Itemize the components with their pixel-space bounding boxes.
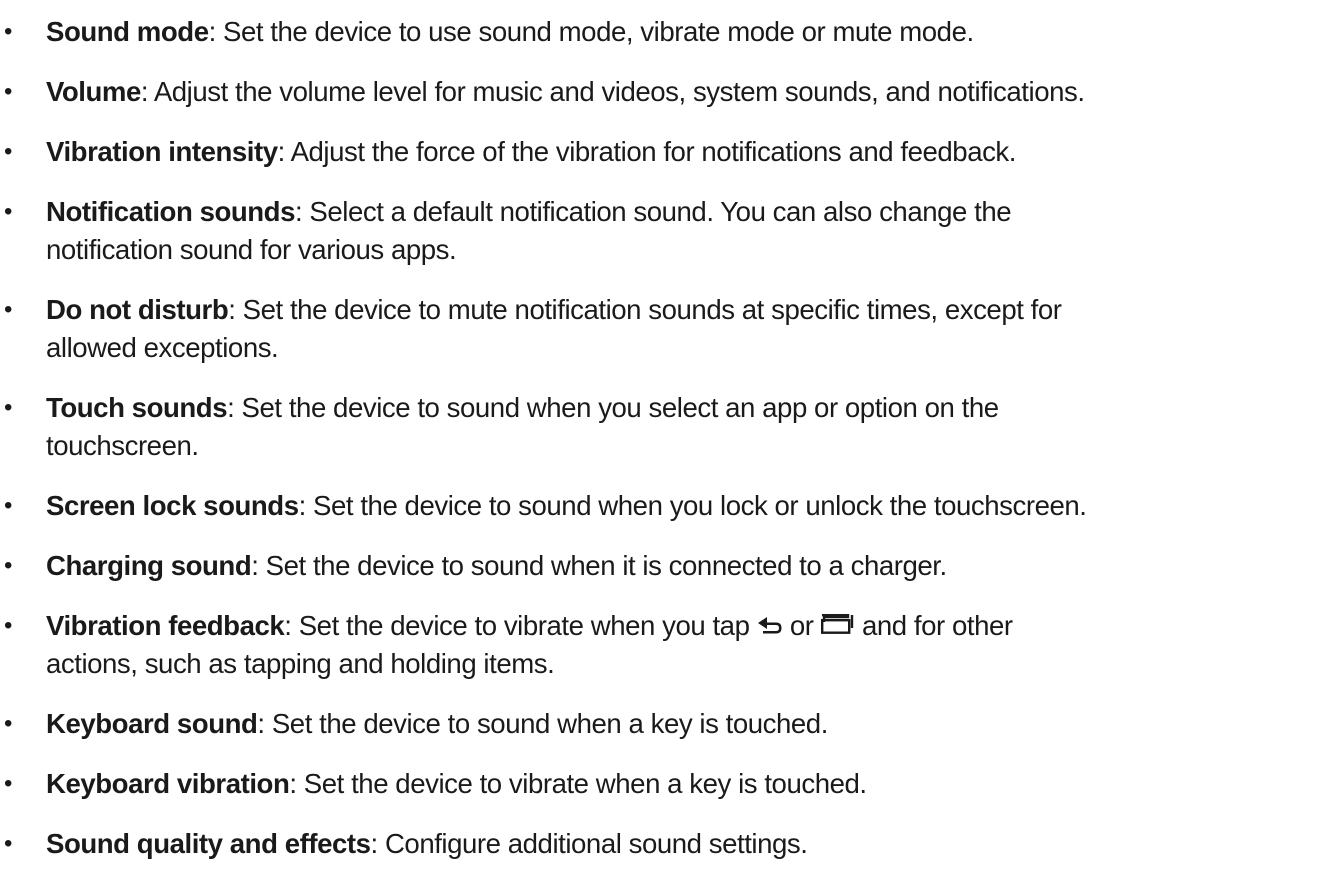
- item-text: Keyboard vibration: Set the device to vi…: [46, 765, 1321, 803]
- bullet: •: [4, 492, 13, 519]
- item-term: Keyboard vibration: [46, 768, 290, 799]
- item-term: Charging sound: [46, 550, 252, 581]
- item-desc-continued: notification sound for various apps.: [46, 234, 457, 265]
- back-icon: [757, 606, 783, 644]
- bullet: •: [4, 394, 13, 421]
- recent-apps-icon: [820, 606, 855, 644]
- item-desc-continued: touchscreen.: [46, 430, 199, 461]
- item-desc: : Configure additional sound settings.: [370, 828, 808, 859]
- item-text: Vibration feedback: Set the device to vi…: [46, 607, 1321, 683]
- bullet: •: [4, 78, 13, 105]
- bullet: •: [4, 18, 13, 45]
- item-term: Screen lock sounds: [46, 490, 299, 521]
- bullet: •: [4, 198, 13, 225]
- item-text: Vibration intensity: Adjust the force of…: [46, 133, 1321, 171]
- bullet: •: [4, 830, 13, 857]
- item-desc-part-1: : Set the device to vibrate when you tap: [284, 610, 757, 641]
- item-text: Keyboard sound: Set the device to sound …: [46, 705, 1321, 743]
- item-term: Sound mode: [46, 16, 209, 47]
- item-term: Touch sounds: [46, 392, 228, 423]
- item-desc: : Adjust the volume level for music and …: [140, 76, 1085, 107]
- item-desc: : Set the device to sound when it is con…: [251, 550, 947, 581]
- item-desc-part-3: and for other: [854, 610, 1013, 641]
- item-desc: : Adjust the force of the vibration for …: [277, 136, 1017, 167]
- item-text: Notification sounds: Select a default no…: [46, 193, 1321, 269]
- item-desc: : Set the device to vibrate when a key i…: [289, 768, 867, 799]
- item-desc: : Select a default notification sound. Y…: [294, 196, 1012, 227]
- item-term: Sound quality and effects: [46, 828, 371, 859]
- item-desc: : Set the device to mute notification so…: [228, 294, 1062, 325]
- item-desc: : Set the device to use sound mode, vibr…: [208, 16, 975, 47]
- item-text: Sound mode: Set the device to use sound …: [46, 13, 1321, 51]
- item-desc-part-2: or: [782, 610, 821, 641]
- item-term: Volume: [46, 76, 141, 107]
- bullet: •: [4, 710, 13, 737]
- item-desc-continued: actions, such as tapping and holding ite…: [46, 648, 555, 679]
- item-desc: : Set the device to sound when you selec…: [227, 392, 999, 423]
- item-term: Do not disturb: [46, 294, 229, 325]
- item-term: Vibration feedback: [46, 610, 285, 641]
- bullet: •: [4, 138, 13, 165]
- item-term: Notification sounds: [46, 196, 295, 227]
- bullet: •: [4, 552, 13, 579]
- item-term: Keyboard sound: [46, 708, 258, 739]
- bullet: •: [4, 296, 13, 323]
- item-text: Volume: Adjust the volume level for musi…: [46, 73, 1321, 111]
- item-text: Touch sounds: Set the device to sound wh…: [46, 389, 1321, 465]
- item-desc-continued: allowed exceptions.: [46, 332, 279, 363]
- item-text: Charging sound: Set the device to sound …: [46, 547, 1321, 585]
- bullet: •: [4, 612, 13, 639]
- bullet: •: [4, 770, 13, 797]
- item-desc: : Set the device to sound when a key is …: [257, 708, 828, 739]
- item-text: Sound quality and effects: Configure add…: [46, 825, 1321, 863]
- item-term: Vibration intensity: [46, 136, 278, 167]
- item-text: Do not disturb: Set the device to mute n…: [46, 291, 1321, 367]
- item-text: Screen lock sounds: Set the device to so…: [46, 487, 1321, 525]
- item-desc: : Set the device to sound when you lock …: [298, 490, 1087, 521]
